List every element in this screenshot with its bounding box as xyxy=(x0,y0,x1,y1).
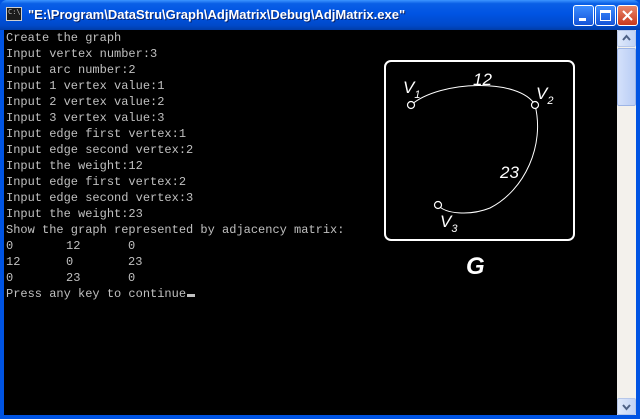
matrix-cell: 23 xyxy=(128,255,143,269)
console-line: Input edge first vertex:2 xyxy=(6,175,187,189)
scroll-down-button[interactable] xyxy=(617,398,636,415)
minimize-icon xyxy=(579,18,586,21)
press-any-key-text: Press any key to continue xyxy=(6,287,187,301)
matrix-cell: 0 xyxy=(128,271,136,285)
maximize-icon xyxy=(600,10,611,21)
vertex-v1-marker xyxy=(406,100,416,110)
console-line: Input edge second vertex:2 xyxy=(6,143,194,157)
close-icon xyxy=(622,10,633,21)
matrix-cell: 23 xyxy=(66,271,81,285)
console-line: Input 1 vertex value:1 xyxy=(6,79,165,93)
matrix-cell: 12 xyxy=(66,239,81,253)
minimize-button[interactable] xyxy=(573,5,594,26)
window-border-bottom xyxy=(0,415,640,419)
console-line: Input 2 vertex value:2 xyxy=(6,95,165,109)
graph-title: G xyxy=(466,253,485,280)
window-title: "E:\Program\DataStru\Graph\AdjMatrix\Deb… xyxy=(28,7,406,22)
matrix-cell: 0 xyxy=(6,271,14,285)
close-button[interactable] xyxy=(617,5,638,26)
vertical-scrollbar[interactable] xyxy=(617,30,636,415)
app-icon-label: C:\ xyxy=(8,8,21,16)
edge-v2-v3 xyxy=(437,104,539,214)
console-line: Input the weight:23 xyxy=(6,207,143,221)
console-prompt-line: Press any key to continue xyxy=(6,286,196,302)
console-line: Input the weight:12 xyxy=(6,159,143,173)
title-bar[interactable]: C:\ "E:\Program\DataStru\Graph\AdjMatrix… xyxy=(0,0,640,30)
console-window: C:\ "E:\Program\DataStru\Graph\AdjMatrix… xyxy=(0,0,640,419)
text-cursor xyxy=(187,294,196,297)
matrix-cell: 12 xyxy=(6,255,21,269)
matrix-cell: 0 xyxy=(66,255,74,269)
scroll-up-button[interactable] xyxy=(617,30,636,47)
vertex-v1-label: V1 xyxy=(403,78,420,101)
console-line: Show the graph represented by adjacency … xyxy=(6,223,345,237)
console-line: Input 3 vertex value:3 xyxy=(6,111,165,125)
maximize-button[interactable] xyxy=(595,5,616,26)
vertex-v3-label: V3 xyxy=(440,212,458,235)
edge-weight-12: 12 xyxy=(473,70,492,89)
scroll-thumb[interactable] xyxy=(617,48,636,106)
console-line: Input edge second vertex:3 xyxy=(6,191,194,205)
console-app-icon[interactable]: C:\ xyxy=(6,7,22,21)
vertex-v3-marker xyxy=(433,200,443,210)
chevron-up-icon xyxy=(622,34,631,41)
matrix-cell: 0 xyxy=(128,239,136,253)
chevron-down-icon xyxy=(622,404,631,411)
console-line: Create the graph xyxy=(6,31,122,45)
edge-weight-23: 23 xyxy=(499,163,519,182)
window-border-right xyxy=(636,30,640,419)
console-line: Input arc number:2 xyxy=(6,63,136,77)
console-line: Input edge first vertex:1 xyxy=(6,127,187,141)
graph-illustration: V1 V2 V3 12 23 xyxy=(384,60,575,241)
console-line: Input vertex number:3 xyxy=(6,47,158,61)
matrix-cell: 0 xyxy=(6,239,14,253)
